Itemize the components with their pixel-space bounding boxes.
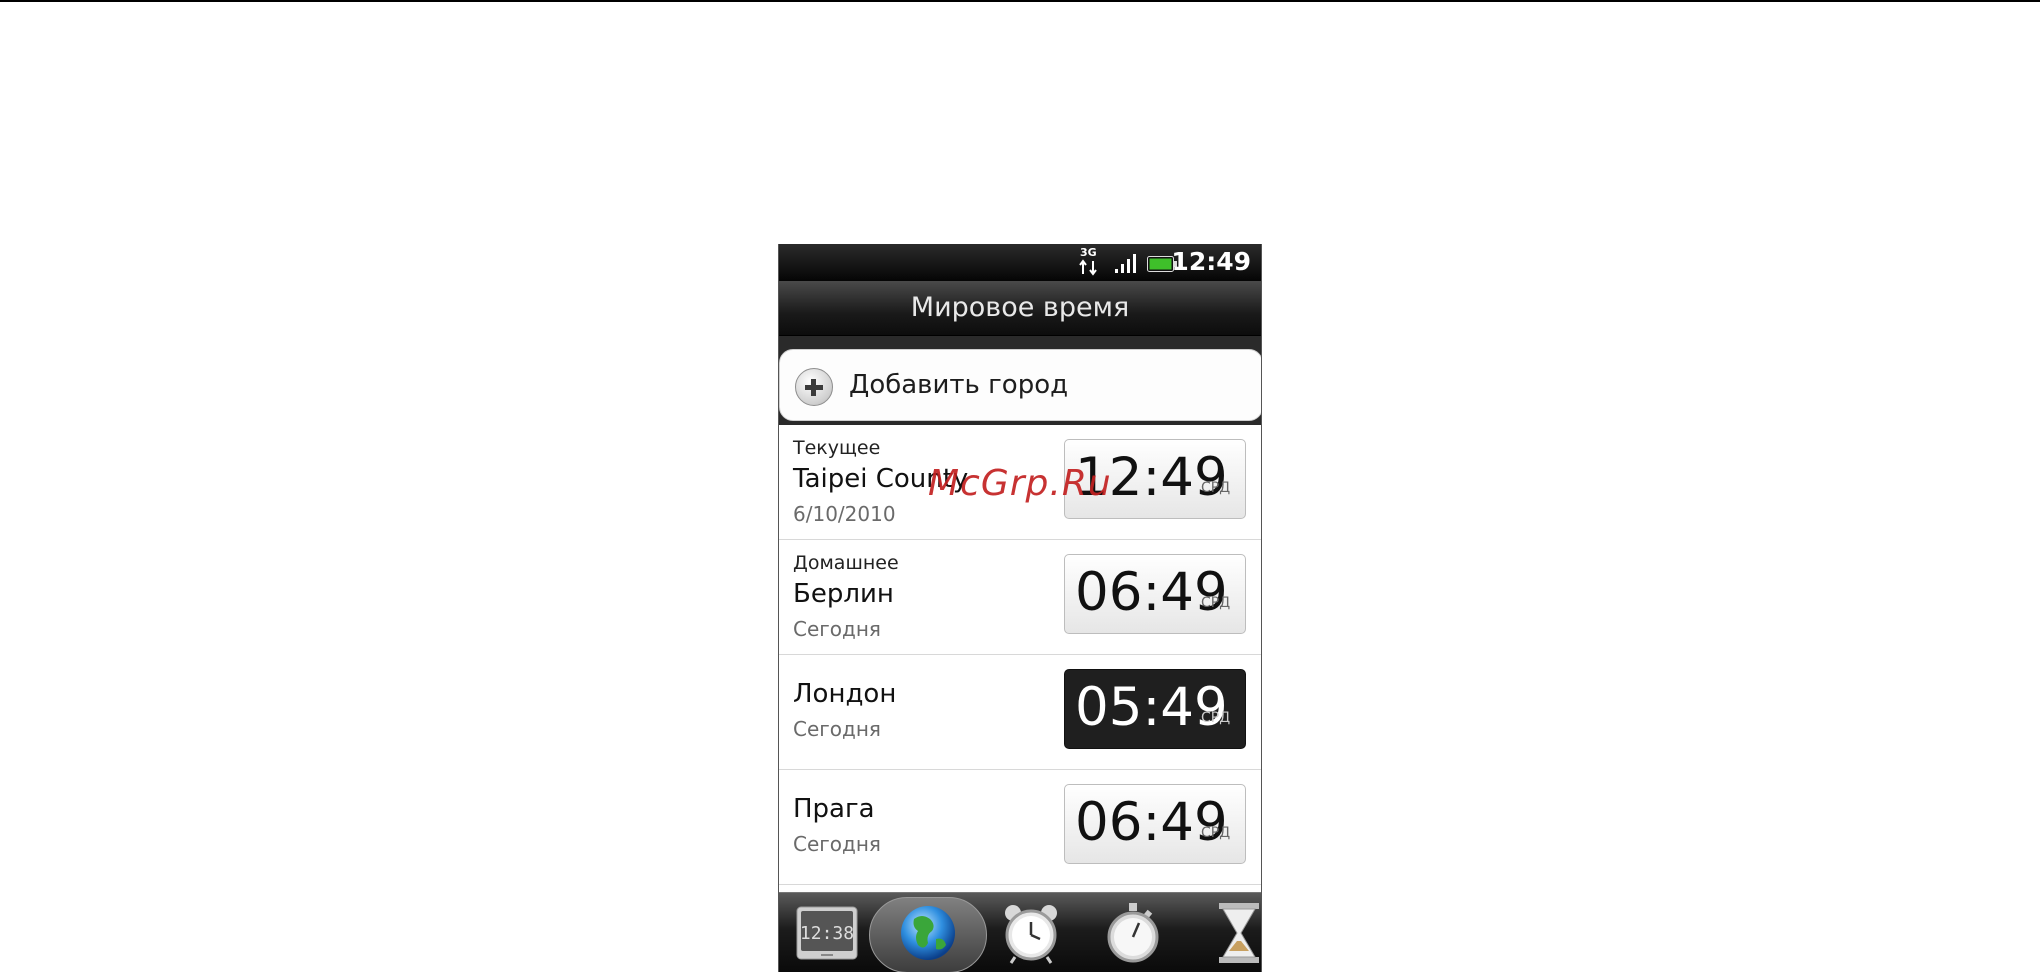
clock-day: СРД: [1201, 595, 1231, 611]
city-name: Taipei County: [793, 464, 969, 494]
status-bar: 3G 12:49: [779, 244, 1261, 281]
add-circle-icon: [795, 368, 833, 406]
timer-tab[interactable]: [1215, 901, 1261, 972]
city-date: Сегодня: [793, 717, 881, 741]
clock-day: СРД: [1201, 825, 1231, 841]
add-city-label: Добавить город: [849, 370, 1069, 400]
clock-day: СРД: [1201, 480, 1231, 496]
city-clock: 06:49 СРД: [1064, 554, 1246, 634]
city-tag: Домашнее: [793, 552, 899, 574]
city-clock: 12:49 СРД: [1064, 439, 1246, 519]
list-item[interactable]: Прага Сегодня 06:49 СРД: [779, 770, 1261, 885]
list-item[interactable]: Лондон Сегодня 05:49 СРД: [779, 655, 1261, 770]
city-clock: 05:49 СРД: [1064, 669, 1246, 749]
city-list: Текущее Taipei County 6/10/2010 12:49 СР…: [779, 425, 1261, 925]
digital-clock-icon: 12:38: [796, 906, 858, 960]
clock-time: 12:49: [1075, 447, 1228, 508]
globe-icon: [901, 906, 955, 960]
stopwatch-tab[interactable]: [1101, 901, 1165, 972]
city-name: Берлин: [793, 579, 894, 609]
city-name: Прага: [793, 794, 875, 824]
city-tag: Текущее: [793, 437, 881, 459]
stopwatch-icon: [1107, 903, 1159, 963]
alarm-clock-icon: [1005, 905, 1057, 964]
page-title: Мировое время: [779, 281, 1261, 336]
clock-time: 06:49: [1075, 562, 1228, 623]
city-date: Сегодня: [793, 617, 881, 641]
city-clock: 06:49 СРД: [1064, 784, 1246, 864]
3g-data-icon: 3G: [1078, 246, 1102, 276]
list-item[interactable]: Домашнее Берлин Сегодня 06:49 СРД: [779, 540, 1261, 655]
bottom-tab-bar: 12:38: [779, 892, 1261, 972]
digital-clock-label: 12:38: [800, 923, 854, 944]
world-clock-tab[interactable]: [896, 901, 960, 972]
alarm-tab[interactable]: [999, 901, 1063, 972]
hourglass-icon: [1219, 903, 1259, 963]
clock-time: 06:49: [1075, 792, 1228, 853]
status-bar-time: 12:49: [1171, 247, 1251, 276]
page-top-rule: [0, 0, 2040, 2]
clock-time: 05:49: [1075, 677, 1228, 738]
desk-clock-tab[interactable]: 12:38: [795, 901, 859, 972]
signal-strength-icon: [1115, 254, 1136, 273]
city-date: 6/10/2010: [793, 502, 896, 526]
list-item[interactable]: Текущее Taipei County 6/10/2010 12:49 СР…: [779, 425, 1261, 540]
add-city-button[interactable]: Добавить город: [779, 349, 1261, 421]
clock-day: СРД: [1201, 710, 1231, 726]
city-date: Сегодня: [793, 832, 881, 856]
city-name: Лондон: [793, 679, 897, 709]
phone-screen: 3G 12:49 Мировое время Добавить город Те…: [778, 244, 1262, 972]
